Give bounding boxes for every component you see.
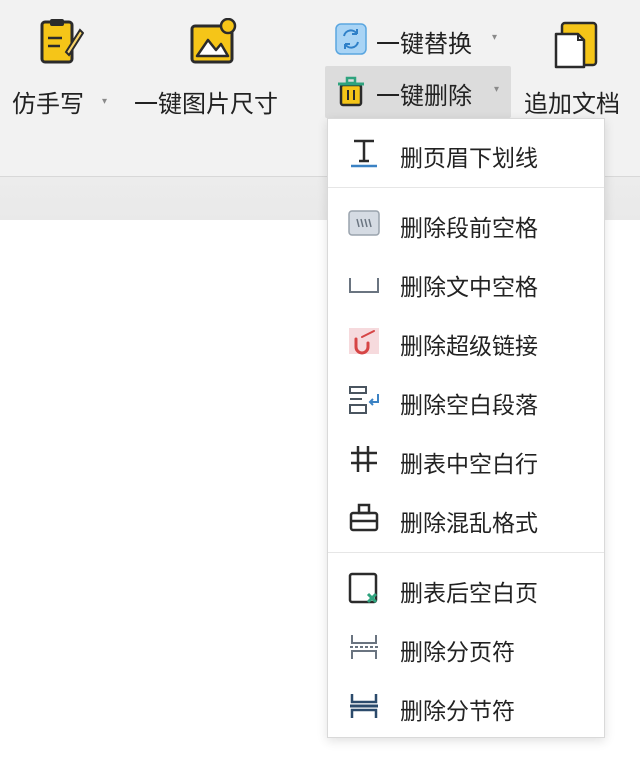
menu-item-remove-page-break[interactable]: 删除分页符 [328, 621, 604, 673]
menu-item-label: 删除分节符 [400, 699, 515, 725]
table-grid-icon [348, 443, 380, 475]
replace-label: 一键替换 [376, 30, 472, 58]
menu-item-label: 删除混乱格式 [400, 511, 538, 537]
handwriting-button[interactable]: 仿手写 ▾ [6, 14, 116, 118]
delete-label: 一键删除 [376, 82, 472, 110]
menu-item-remove-blank-paragraph[interactable]: 删除空白段落 [328, 374, 604, 426]
append-document-label: 追加文档 [524, 90, 620, 118]
delete-dropdown-caret[interactable]: ▾ [494, 84, 499, 95]
append-doc-icon [554, 20, 602, 70]
menu-item-remove-blank-page-after-table[interactable]: 删表后空白页 [328, 562, 604, 614]
image-resize-button[interactable]: 一键图片尺寸 [134, 14, 294, 118]
handwriting-dropdown-caret[interactable]: ▾ [102, 96, 107, 107]
menu-item-label: 删页眉下划线 [400, 146, 538, 172]
menu-separator [328, 552, 604, 553]
menu-separator [328, 187, 604, 188]
replace-button[interactable]: 一键替换 ▾ [330, 18, 510, 62]
image-resize-label: 一键图片尺寸 [134, 90, 278, 118]
menu-item-remove-messy-format[interactable]: 删除混乱格式 [328, 492, 604, 544]
menu-item-label: 删除文中空格 [400, 275, 538, 301]
menu-item-remove-inline-space[interactable]: 删除文中空格 [328, 256, 604, 308]
menu-item-remove-header-underline[interactable]: 删页眉下划线 [328, 127, 604, 179]
menu-item-remove-hyperlink[interactable]: 删除超级链接 [328, 315, 604, 367]
menu-item-label: 删表后空白页 [400, 581, 538, 607]
handwriting-doc-icon [38, 18, 85, 68]
trash-icon [334, 74, 368, 108]
menu-item-remove-section-break[interactable]: 删除分节符 [328, 680, 604, 732]
blank-paragraph-icon [348, 384, 380, 416]
inline-space-icon [348, 266, 380, 298]
menu-item-remove-leading-space[interactable]: 删除段前空格 [328, 197, 604, 249]
replace-dropdown-caret[interactable]: ▾ [492, 32, 497, 43]
menu-item-label: 删除分页符 [400, 640, 515, 666]
append-document-button[interactable]: 追加文档 [520, 14, 636, 118]
section-break-icon [348, 690, 380, 722]
blank-page-icon [348, 572, 380, 604]
clear-format-icon [348, 502, 380, 534]
replace-icon [334, 22, 368, 56]
paragraph-space-icon [348, 207, 380, 239]
image-resize-icon [188, 17, 238, 68]
delete-dropdown-menu: 删页眉下划线 删除段前空格 删除文中空格 删除超级链接 删除空白段落 删表中空白… [327, 118, 605, 738]
menu-item-label: 删除段前空格 [400, 216, 538, 242]
menu-item-remove-blank-table-row[interactable]: 删表中空白行 [328, 433, 604, 485]
menu-item-label: 删除超级链接 [400, 334, 538, 360]
delete-button[interactable]: 一键删除 ▾ [330, 70, 510, 114]
handwriting-label: 仿手写 [12, 90, 84, 118]
hyperlink-icon [348, 325, 380, 357]
header-underline-icon [348, 137, 380, 169]
page-break-icon [348, 631, 380, 663]
menu-item-label: 删表中空白行 [400, 452, 538, 478]
menu-item-label: 删除空白段落 [400, 393, 538, 419]
